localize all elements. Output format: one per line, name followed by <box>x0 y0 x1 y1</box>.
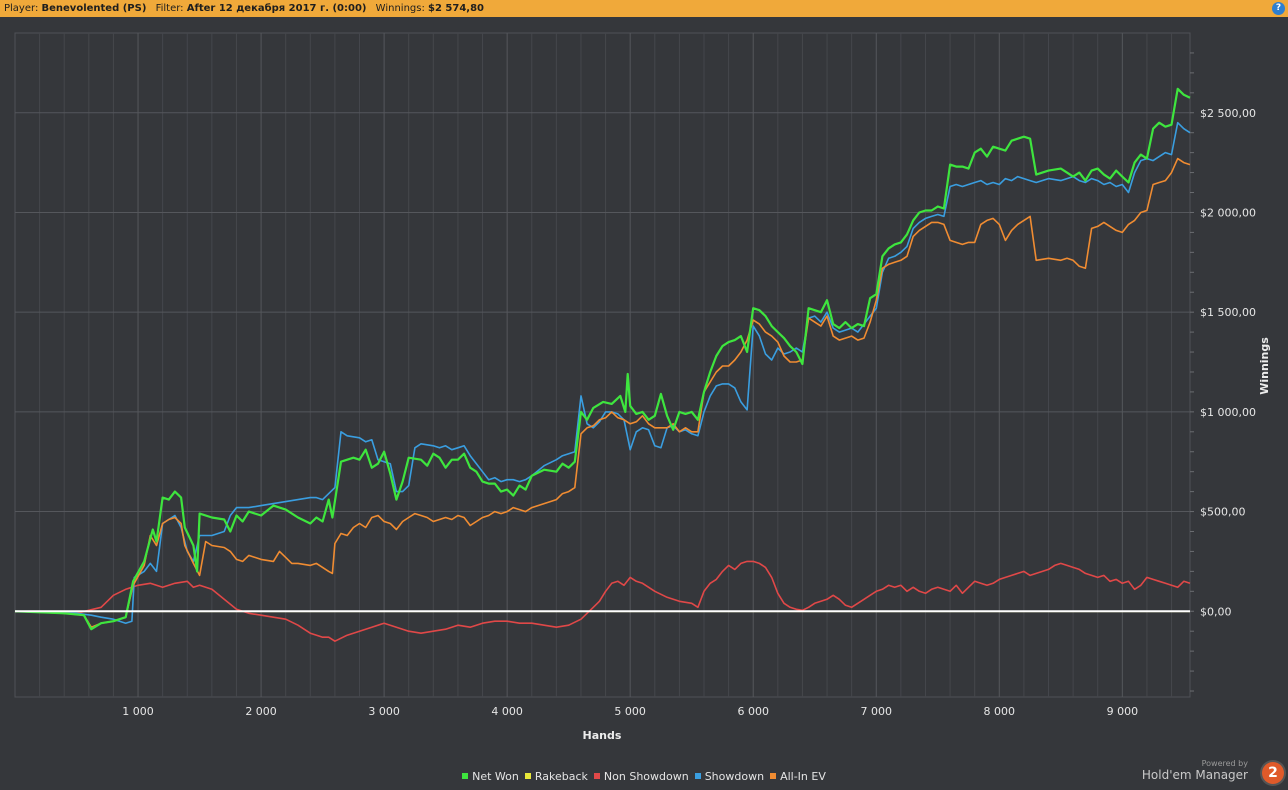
hm2-logo-badge: 2 <box>1262 762 1284 784</box>
legend-item-non-showdown[interactable]: Non Showdown <box>593 770 689 783</box>
winnings-value: $2 574,80 <box>428 3 485 14</box>
powered-by-label: Powered by <box>1201 759 1248 768</box>
legend-label: Non Showdown <box>603 770 689 783</box>
legend-swatch <box>694 773 701 779</box>
player-label: Player: <box>4 3 39 14</box>
legend-swatch <box>770 773 777 779</box>
x-tick-label: 5 000 <box>614 705 646 718</box>
series-line-net-won <box>14 87 1191 631</box>
legend-item-net-won[interactable]: Net Won <box>462 770 519 783</box>
x-tick-label: 2 000 <box>245 705 277 718</box>
x-tick-label: 8 000 <box>984 705 1016 718</box>
x-tick-label: 7 000 <box>861 705 893 718</box>
x-tick-label: 3 000 <box>368 705 400 718</box>
legend-item-showdown[interactable]: Showdown <box>694 770 765 783</box>
y-tick-label: $2 500,00 <box>1200 107 1256 120</box>
series-line-non-showdown <box>14 560 1191 642</box>
legend-swatch <box>524 773 531 779</box>
x-tick-label: 6 000 <box>737 705 769 718</box>
y-axis-label: Winnings <box>1258 337 1271 395</box>
filter-value[interactable]: After 12 декабря 2017 г. (0:00) <box>187 3 367 14</box>
x-tick-label: 1 000 <box>122 705 154 718</box>
y-tick-label: $0,00 <box>1200 605 1232 618</box>
legend-label: Net Won <box>472 770 519 783</box>
series-line-showdown <box>14 121 1191 624</box>
y-tick-label: $500,00 <box>1200 506 1246 519</box>
y-tick-label: $1 500,00 <box>1200 306 1256 319</box>
legend-label: Showdown <box>704 770 765 783</box>
y-tick-label: $2 000,00 <box>1200 206 1256 219</box>
filter-label: Filter: <box>155 3 184 14</box>
legend-label: Rakeback <box>534 770 588 783</box>
filter-bar: Player: Benevolented (PS) Filter: After … <box>0 0 1288 17</box>
product-name: Hold'em Manager <box>1141 768 1248 782</box>
legend-swatch <box>462 773 469 779</box>
y-tick-label: $1 000,00 <box>1200 406 1256 419</box>
series-lines <box>14 87 1191 642</box>
x-tick-label: 4 000 <box>491 705 523 718</box>
legend-item-rakeback[interactable]: Rakeback <box>524 770 588 783</box>
question-circle-icon[interactable]: ? <box>1272 2 1285 15</box>
winnings-label: Winnings: <box>375 3 425 14</box>
x-axis-label: Hands <box>583 729 622 742</box>
player-value: Benevolented (PS) <box>41 3 147 14</box>
legend-label: All-In EV <box>780 770 826 783</box>
legend-swatch <box>593 773 600 779</box>
legend-item-all-in-ev[interactable]: All-In EV <box>770 770 826 783</box>
chart-legend: Net Won Rakeback Non Showdown Showdown All-I… <box>0 770 1288 783</box>
x-tick-label: 9 000 <box>1107 705 1139 718</box>
axes: 1 000 2 000 3 000 4 000 5 000 6 000 7 000 8 000… <box>122 52 1256 718</box>
winnings-chart: 1 000 2 000 3 000 4 000 5 000 6 000 7 000 8 000… <box>14 32 1271 742</box>
